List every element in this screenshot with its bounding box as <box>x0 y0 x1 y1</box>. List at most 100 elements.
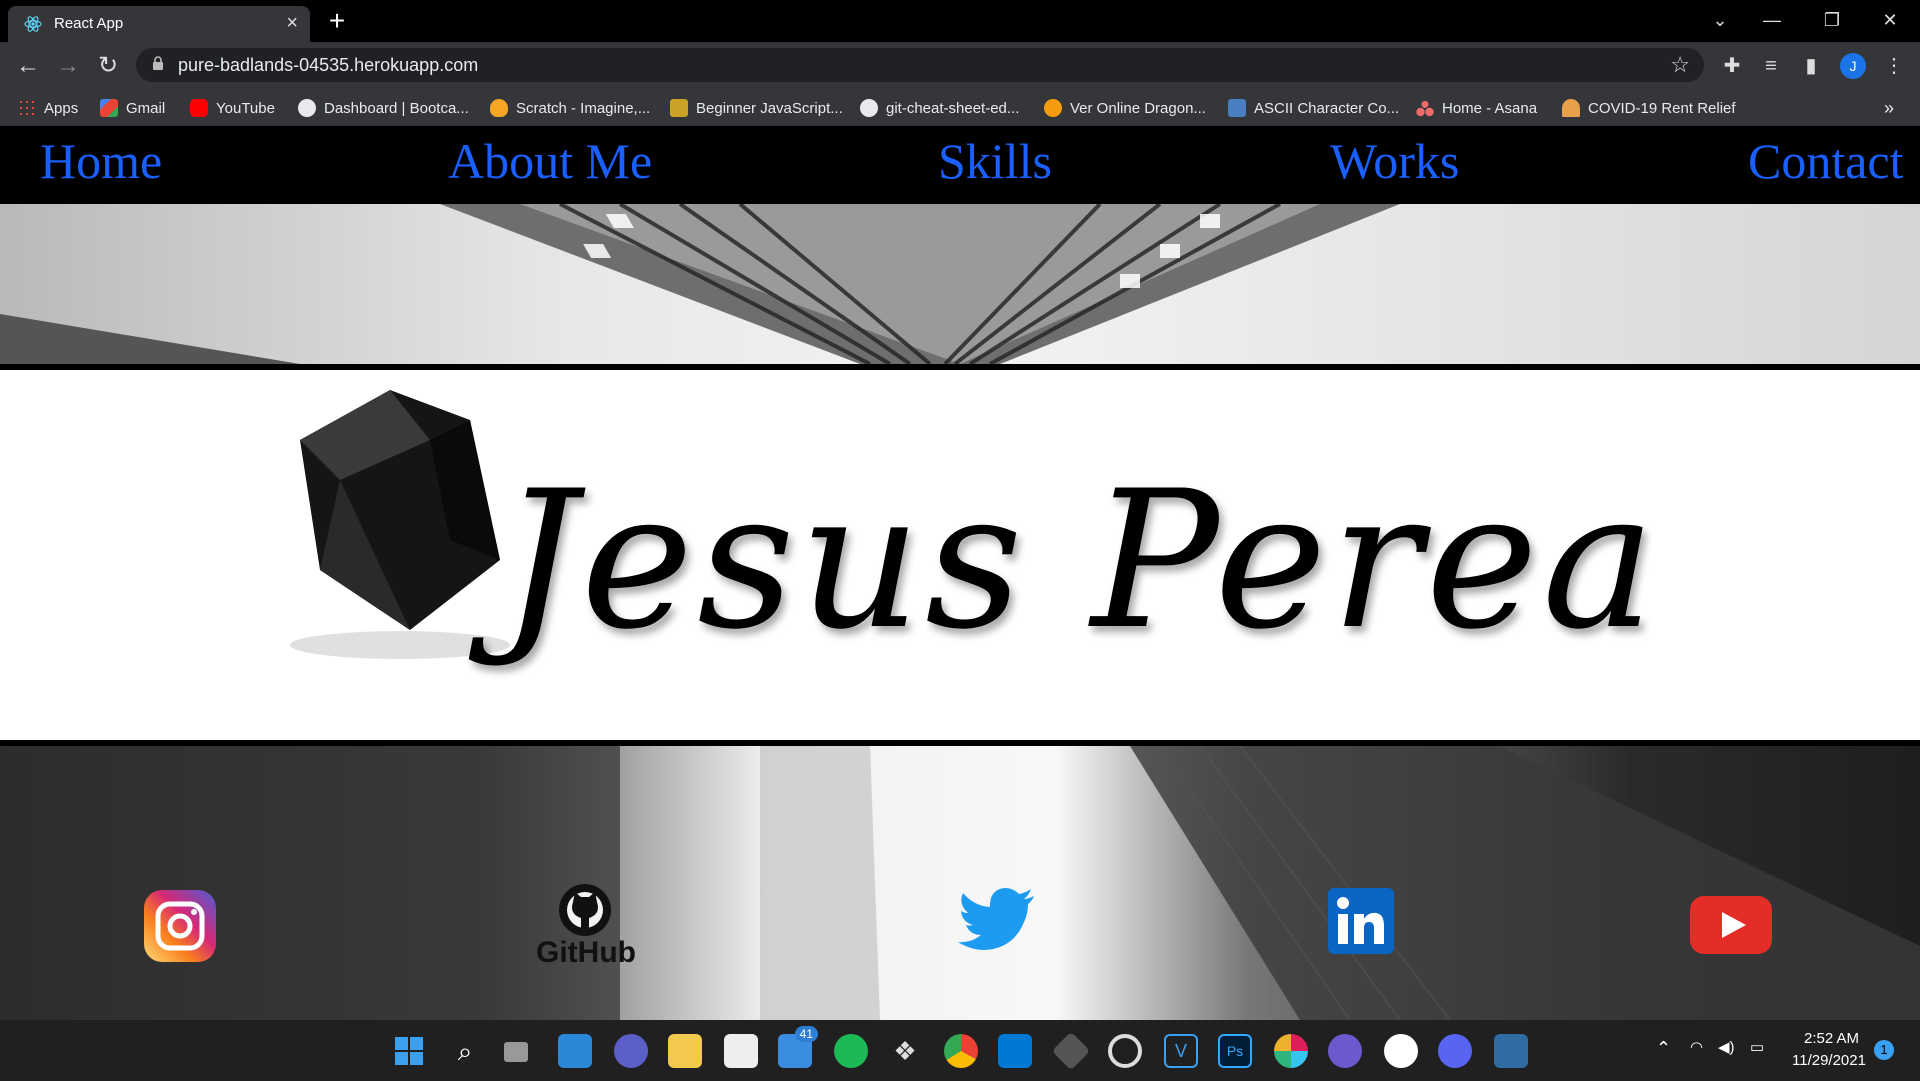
crown-icon <box>670 99 688 117</box>
browser-tab-bar: React App × + ⌄ — ❐ ✕ <box>0 0 1920 42</box>
task-view-icon[interactable] <box>504 1042 528 1062</box>
clock-date[interactable]: 11/29/2021 <box>1792 1052 1866 1069</box>
database-tool-icon[interactable] <box>1494 1034 1528 1068</box>
browser-tab[interactable]: React App × <box>8 6 310 42</box>
linkedin-link[interactable] <box>1326 886 1406 966</box>
gmail-icon <box>100 99 118 117</box>
nav-about-link[interactable]: About Me <box>448 132 652 190</box>
youtube-link[interactable] <box>1688 894 1772 974</box>
twitter-link[interactable] <box>958 886 1038 966</box>
side-panel-icon[interactable]: ▮ <box>1797 52 1825 80</box>
city-buildings-graphic <box>0 746 1920 1020</box>
hero-logo-section: Jesus Perea <box>0 370 1920 740</box>
slack-icon[interactable] <box>1274 1034 1308 1068</box>
bookmark-apps[interactable]: Apps <box>18 97 78 119</box>
asana-icon <box>1416 99 1434 117</box>
forward-arrow-icon[interactable]: → <box>52 50 84 82</box>
url-text: pure-badlands-04535.herokuapp.com <box>178 55 479 75</box>
bookmark-youtube[interactable]: YouTube <box>190 97 275 119</box>
logo-text: Jesus Perea <box>500 449 1660 671</box>
teams-chat-icon[interactable] <box>614 1034 648 1068</box>
bottom-banner-image: GitHub <box>0 746 1920 1020</box>
bookmark-star-icon[interactable]: ☆ <box>1670 52 1690 78</box>
nav-works-link[interactable]: Works <box>1330 132 1459 190</box>
bookmarks-bar: Apps Gmail YouTube Dashboard | Bootca...… <box>0 88 1920 126</box>
extensions-icon[interactable]: ✚ <box>1718 52 1746 80</box>
bookmark-asana[interactable]: Home - Asana <box>1416 97 1537 119</box>
apps-grid-icon <box>18 99 36 117</box>
twitter-bird-icon <box>958 888 1034 950</box>
volume-icon[interactable]: ◀) <box>1718 1038 1735 1056</box>
globe-icon <box>298 99 316 117</box>
photoshop-icon[interactable]: Ps <box>1218 1034 1252 1068</box>
bookmark-gmail[interactable]: Gmail <box>100 97 165 119</box>
minimize-button[interactable]: — <box>1742 0 1802 40</box>
ascii-icon <box>1228 99 1246 117</box>
close-window-button[interactable]: ✕ <box>1860 0 1920 40</box>
bookmark-covid-relief[interactable]: COVID-19 Rent Relief <box>1562 97 1736 119</box>
windows-start-icon[interactable] <box>392 1034 426 1068</box>
nav-contact-link[interactable]: Contact <box>1748 132 1904 190</box>
battery-icon[interactable]: ▭ <box>1750 1038 1764 1056</box>
dropbox-icon[interactable]: ❖ <box>888 1034 922 1068</box>
new-tab-button[interactable]: + <box>320 4 354 38</box>
lock-icon <box>153 56 163 70</box>
search-icon[interactable]: ⌕ <box>448 1034 482 1068</box>
scratch-icon <box>490 99 508 117</box>
tab-search-icon[interactable]: ⌄ <box>1690 0 1750 40</box>
tab-title: React App <box>54 15 124 32</box>
mongodb-compass-icon[interactable] <box>1384 1034 1418 1068</box>
menu-kebab-icon[interactable]: ⋮ <box>1880 52 1908 80</box>
github-icon <box>860 99 878 117</box>
react-icon <box>24 16 42 32</box>
site-nav: Home About Me Skills Works Contact <box>0 126 1920 204</box>
bookmarks-overflow-icon[interactable]: » <box>1884 97 1894 119</box>
profile-avatar[interactable]: J <box>1840 53 1866 79</box>
microsoft-store-icon[interactable] <box>724 1034 758 1068</box>
file-explorer-icon[interactable] <box>668 1034 702 1068</box>
media-control-icon[interactable]: ≡ <box>1757 52 1785 80</box>
spotify-icon[interactable] <box>834 1034 868 1068</box>
dragonball-icon <box>1044 99 1062 117</box>
reload-icon[interactable]: ↻ <box>92 50 124 82</box>
mail-badge: 41 <box>794 1026 818 1042</box>
clock-time[interactable]: 2:52 AM <box>1804 1030 1859 1047</box>
linkedin-icon <box>1328 888 1394 954</box>
youtube-play-icon <box>1690 896 1772 954</box>
bookmark-ascii[interactable]: ASCII Character Co... <box>1228 97 1399 119</box>
github-octocat-icon <box>559 884 611 936</box>
bookmark-scratch[interactable]: Scratch - Imagine,... <box>490 97 650 119</box>
nav-home-link[interactable]: Home <box>40 132 162 190</box>
tab-close-icon[interactable]: × <box>286 12 298 35</box>
address-bar[interactable]: pure-badlands-04535.herokuapp.com ☆ <box>136 48 1704 82</box>
vim-icon[interactable]: V <box>1164 1034 1198 1068</box>
chrome-icon[interactable] <box>944 1034 978 1068</box>
nav-skills-link[interactable]: Skills <box>938 132 1052 190</box>
instagram-link[interactable] <box>140 886 220 966</box>
discord-icon[interactable] <box>1438 1034 1472 1068</box>
restore-button[interactable]: ❐ <box>1802 0 1862 40</box>
bookmark-git-cheat-sheet[interactable]: git-cheat-sheet-ed... <box>860 97 1019 119</box>
instagram-icon <box>144 890 216 962</box>
top-banner-image <box>0 204 1920 364</box>
bookmark-dragon[interactable]: Ver Online Dragon... <box>1044 97 1206 119</box>
skyscraper-graphic <box>0 204 1400 364</box>
bookmark-dashboard[interactable]: Dashboard | Bootca... <box>298 97 469 119</box>
widgets-icon[interactable] <box>558 1034 592 1068</box>
youtube-icon <box>190 99 208 117</box>
bookmark-beginner-js[interactable]: Beginner JavaScript... <box>670 97 843 119</box>
covid-relief-icon <box>1562 99 1580 117</box>
github-label: GitHub <box>536 936 636 969</box>
vscode-icon[interactable] <box>998 1034 1032 1068</box>
back-arrow-icon[interactable]: ← <box>12 50 44 82</box>
webpage: Home About Me Skills Works Contact Jesus… <box>0 126 1920 1020</box>
github-link[interactable]: GitHub <box>530 882 640 978</box>
wifi-icon[interactable]: ◠ <box>1690 1038 1703 1056</box>
windows-taskbar: ⌕ 41 ❖ V Ps ⌃ ◠ ◀) ▭ 2:52 AM 11/29/2021 … <box>0 1020 1920 1081</box>
tray-chevron-icon[interactable]: ⌃ <box>1656 1038 1671 1059</box>
git-icon[interactable] <box>1051 1031 1091 1071</box>
obs-icon[interactable] <box>1108 1034 1142 1068</box>
notification-badge[interactable]: 1 <box>1874 1040 1894 1060</box>
mail-icon[interactable]: 41 <box>778 1026 818 1068</box>
ai-app-icon[interactable] <box>1328 1034 1362 1068</box>
